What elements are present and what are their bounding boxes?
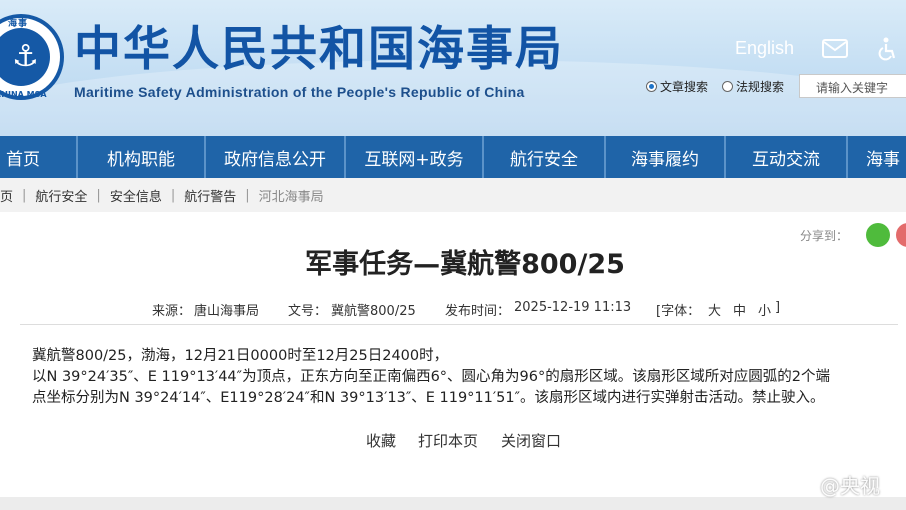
breadcrumb-separator: | [96,187,101,203]
breadcrumb: 页 | 航行安全 | 安全信息 | 航行警告 | 河北海事局 [0,178,906,212]
nav-item-compliance[interactable]: 海事履约 [606,136,726,178]
source-value: 唐山海事局 [194,304,260,319]
watermark: @央视 [820,474,880,498]
main-nav: 首页 机构职能 政府信息公开 互联网+政务 航行安全 海事履约 互动交流 海事 [0,136,906,178]
english-link[interactable]: English [735,38,794,59]
anchor-icon: ⚓ [12,39,39,74]
logo-emblem: ⚓ [0,28,50,86]
meta-divider [20,324,898,325]
docno-label: 文号： [288,304,328,319]
search-input[interactable]: 请输入关键字 [799,74,906,98]
search-option-article[interactable]: 文章搜索 [646,78,708,95]
font-size-label: [字体： [656,304,701,319]
nav-item-navigation-safety[interactable]: 航行安全 [484,136,606,178]
accessibility-icon[interactable] [876,37,898,61]
favorite-link[interactable]: 收藏 [366,430,396,451]
article-paragraph: 以N 39°24′35″、E 119°13′44″为顶点，正东方向至正南偏西6°… [32,369,830,385]
article-panel: 分享到： 军事任务—冀航警800/25 来源： 唐山海事局 文号： 冀航警800… [0,212,906,497]
page-bottom-strip [0,497,906,510]
nav-item-interaction[interactable]: 互动交流 [726,136,848,178]
search-option-law[interactable]: 法规搜索 [722,78,784,95]
nav-item-gov-info[interactable]: 政府信息公开 [206,136,346,178]
breadcrumb-navigation-safety[interactable]: 航行安全 [35,186,87,205]
article-title: 军事任务—冀航警800/25 [305,249,625,280]
font-large-button[interactable]: 大 [708,300,721,319]
nav-item-home[interactable]: 首页 [0,136,78,178]
docno-value: 冀航警800/25 [331,304,416,319]
source-label: 来源： [152,304,192,319]
logo-text-cn: 海事 [8,19,29,29]
print-link[interactable]: 打印本页 [418,430,478,451]
search-option-law-label: 法规搜索 [736,80,785,94]
font-small-button[interactable]: 小 [758,300,771,319]
article-paragraph: 冀航警800/25，渤海，12月21日0000时至12月25日2400时， [32,348,449,364]
site-title[interactable]: 中华人民共和国海事局 [74,20,564,80]
font-medium-button[interactable]: 中 [733,300,746,319]
site-header: 海事 ⚓ CHINA MSA 中华人民共和国海事局 Maritime Safet… [0,0,906,136]
nav-item-functions[interactable]: 机构职能 [78,136,206,178]
site-subtitle: Maritime Safety Administration of the Pe… [74,84,525,100]
article-paragraph: 点坐标分别为N 39°24′14″、E119°28′24″和N 39°13′13… [32,390,825,406]
breadcrumb-safety-info[interactable]: 安全信息 [110,186,162,205]
font-size-close: ] [775,300,781,315]
breadcrumb-separator: | [245,187,250,203]
breadcrumb-home[interactable]: 页 [0,186,13,205]
radio-article[interactable] [646,81,657,92]
nav-item-maritime[interactable]: 海事 [848,136,906,178]
logo-text-en: CHINA MSA [0,90,47,99]
breadcrumb-hebei-msa[interactable]: 河北海事局 [259,186,324,205]
breadcrumb-nav-warning[interactable]: 航行警告 [184,186,236,205]
radio-law[interactable] [722,81,733,92]
date-label: 发布时间： [445,304,511,319]
date-value: 2025-12-19 11:13 [514,300,632,315]
article-body: 冀航警800/25，渤海，12月21日0000时至12月25日2400时， 以N… [32,346,902,409]
mail-icon[interactable] [822,39,848,58]
breadcrumb-separator: | [22,187,27,203]
nav-item-internet-gov[interactable]: 互联网+政务 [346,136,484,178]
search-option-article-label: 文章搜索 [660,80,709,94]
close-window-link[interactable]: 关闭窗口 [501,430,561,451]
breadcrumb-separator: | [170,187,176,203]
